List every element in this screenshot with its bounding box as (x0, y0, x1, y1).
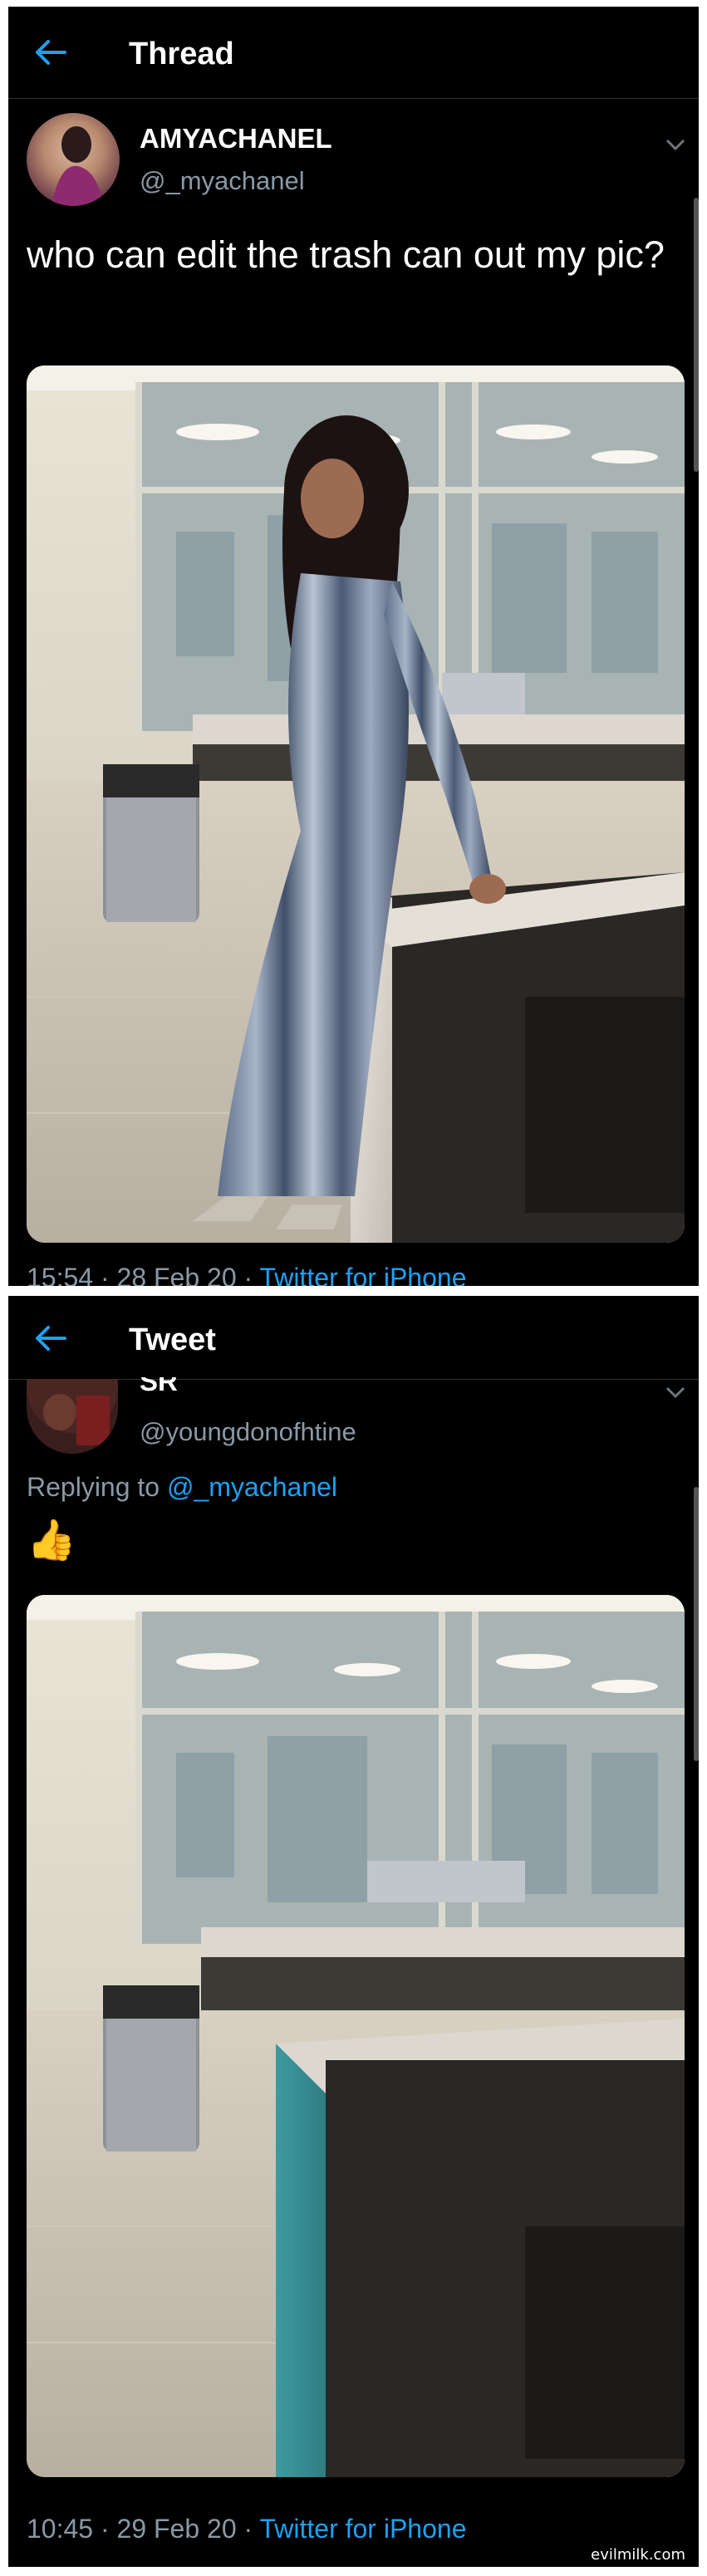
page-title: Thread (129, 37, 234, 71)
tweet-client-link[interactable]: Twitter for iPhone (259, 1263, 466, 1286)
avatar[interactable] (27, 1379, 118, 1454)
tweet-timestamp: 15:54 · 28 Feb 20 · (27, 1263, 260, 1286)
back-arrow-icon[interactable] (33, 38, 66, 66)
watermark: evilmilk.com (586, 2544, 690, 2565)
tweet-header: Tweet (8, 1296, 699, 1380)
tweet-text: who can edit the trash can out my pic? (27, 233, 665, 276)
back-arrow-icon[interactable] (33, 1324, 66, 1352)
scrollbar[interactable] (694, 1487, 699, 1761)
thread-header: Thread (8, 7, 699, 99)
chevron-down-icon[interactable] (665, 138, 686, 151)
tweet-meta: 10:45 · 29 Feb 20 · Twitter for iPhone (27, 2514, 466, 2544)
chevron-down-icon[interactable] (665, 1386, 686, 1399)
tweet-client-link[interactable]: Twitter for iPhone (259, 2514, 466, 2544)
tweet-photo[interactable] (27, 366, 685, 1243)
author-handle[interactable]: @youngdonofhtine (140, 1417, 356, 1447)
page-title: Tweet (129, 1322, 216, 1357)
reply-text: 👍 (27, 1517, 76, 1563)
author-name[interactable]: AMYACHANEL (140, 123, 332, 155)
author-handle[interactable]: @_myachanel (140, 166, 305, 196)
replying-to: Replying to @_myachanel (27, 1472, 337, 1503)
tweet-screenshot: Tweet SR @youngdonofhtine Replying to @_… (8, 1296, 699, 2567)
replying-prefix: Replying to (27, 1472, 167, 1502)
scrollbar[interactable] (694, 198, 699, 472)
tweet-meta: 15:54 · 28 Feb 20 · Twitter for iPhone (27, 1263, 466, 1286)
replying-handle-link[interactable]: @_myachanel (167, 1472, 337, 1502)
tweet-timestamp: 10:45 · 29 Feb 20 · (27, 2514, 260, 2544)
thread-screenshot: Thread AMYACHANEL @_myachanel who can ed… (8, 7, 699, 1286)
tweet-photo[interactable] (27, 1595, 685, 2477)
avatar[interactable] (27, 113, 120, 206)
